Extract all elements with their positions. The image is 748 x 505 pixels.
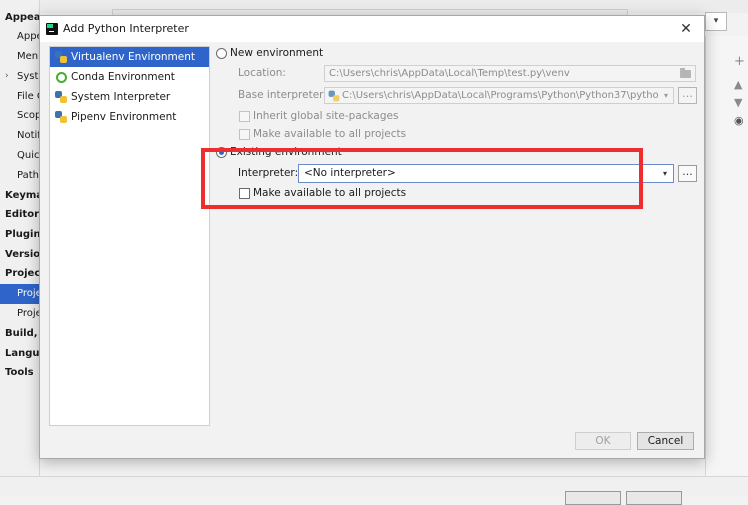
folder-icon[interactable] <box>680 68 691 78</box>
background-settings-tree: › Appearance & Behavior Appearance Menus… <box>0 0 51 497</box>
add-interpreter-dialog: Add Python Interpreter ✕ Virtualenv Envi… <box>39 15 705 459</box>
environment-settings-panel: New environment Location: C:\Users\chris… <box>210 42 704 432</box>
base-interpreter-browse-button[interactable]: … <box>678 87 697 104</box>
annotation-highlight-box <box>201 148 643 209</box>
interpreter-browse-button[interactable]: ... <box>678 165 697 182</box>
environment-type-list: Virtualenv Environment Conda Environment… <box>49 46 210 426</box>
base-interpreter-combo[interactable]: C:\Users\chris\AppData\Local\Programs\Py… <box>324 87 674 104</box>
dialog-title: Add Python Interpreter <box>63 22 189 35</box>
dialog-titlebar: Add Python Interpreter ✕ <box>40 16 704 42</box>
background-cancel-button[interactable] <box>626 491 682 505</box>
sidebar-item-label: System Interpreter <box>71 91 171 103</box>
cancel-button[interactable]: Cancel <box>637 432 694 450</box>
close-icon[interactable]: ✕ <box>676 19 696 39</box>
settings-category-selected[interactable]: Project Interpreter <box>0 284 40 304</box>
new-environment-radio[interactable] <box>216 48 227 59</box>
settings-category[interactable]: Project: test.py <box>5 268 39 279</box>
sidebar-item-label: Pipenv Environment <box>71 111 177 123</box>
ok-button[interactable]: OK <box>575 432 631 450</box>
location-value: C:\Users\chris\AppData\Local\Temp\test.p… <box>329 68 570 79</box>
pycharm-icon <box>46 23 58 35</box>
new-environment-label: New environment <box>230 47 324 59</box>
settings-category[interactable]: Version Control <box>5 249 39 260</box>
base-interpreter-label: Base interpreter: <box>238 89 327 101</box>
sidebar-item-label: Conda Environment <box>71 71 175 83</box>
chevron-right-icon[interactable]: › <box>5 71 9 81</box>
conda-icon <box>55 71 67 83</box>
python-icon <box>328 90 340 102</box>
sidebar-item-virtualenv[interactable]: Virtualenv Environment <box>50 47 209 67</box>
background-ok-button[interactable] <box>565 491 621 505</box>
sidebar-item-system[interactable]: System Interpreter <box>50 87 209 107</box>
inherit-packages-label: Inherit global site-packages <box>253 110 399 122</box>
inherit-packages-checkbox[interactable] <box>239 111 250 122</box>
settings-category[interactable]: Plugins <box>5 229 39 240</box>
plus-icon[interactable]: + <box>734 54 745 69</box>
sidebar-item-label: Virtualenv Environment <box>71 51 196 63</box>
settings-category[interactable]: Keymap <box>5 190 39 201</box>
settings-category[interactable]: Build, Execution, Deployment <box>5 328 39 339</box>
location-field[interactable]: C:\Users\chris\AppData\Local\Temp\test.p… <box>324 65 696 82</box>
settings-category[interactable]: Editor <box>5 209 39 220</box>
settings-category[interactable]: Tools <box>5 367 39 378</box>
python-icon <box>55 111 67 123</box>
background-toolbar: + ▲ ▼ ◉ <box>705 36 748 476</box>
chevron-down-icon[interactable]: ▾ <box>659 88 673 103</box>
sidebar-item-pipenv[interactable]: Pipenv Environment <box>50 107 209 127</box>
chevron-down-icon[interactable]: ▾ <box>657 165 673 182</box>
settings-category[interactable]: Appearance & Behavior <box>5 12 39 23</box>
background-dropdown[interactable]: ▾ <box>705 12 727 31</box>
python-icon <box>55 91 67 103</box>
python-icon <box>55 51 67 63</box>
sidebar-item-conda[interactable]: Conda Environment <box>50 67 209 87</box>
arrow-up-icon[interactable]: ▲ <box>734 78 742 91</box>
base-interpreter-value: C:\Users\chris\AppData\Local\Programs\Py… <box>342 90 674 101</box>
location-label: Location: <box>238 67 286 79</box>
settings-category[interactable]: Languages & Frameworks <box>5 348 39 359</box>
new-env-available-checkbox[interactable] <box>239 129 250 140</box>
new-env-available-label: Make available to all projects <box>253 128 407 140</box>
arrow-down-icon[interactable]: ▼ <box>734 96 742 109</box>
eye-icon[interactable]: ◉ <box>734 114 744 127</box>
